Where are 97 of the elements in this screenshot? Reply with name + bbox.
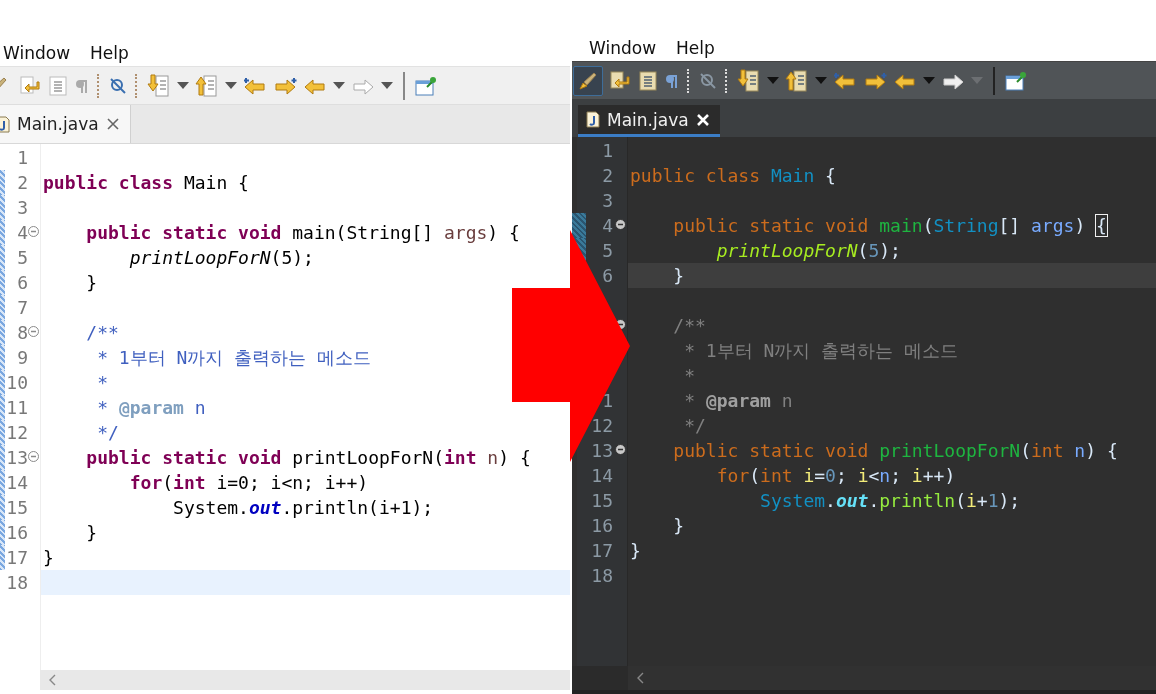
code-line: } bbox=[86, 521, 98, 545]
code-line: } bbox=[673, 514, 685, 538]
editor-tab[interactable]: Main.java bbox=[0, 105, 131, 143]
line-number: 12 bbox=[591, 414, 613, 438]
code-line: printLoopForN(5); bbox=[129, 246, 314, 270]
caret-icon[interactable] bbox=[333, 82, 345, 89]
arrow-up-icon[interactable] bbox=[195, 72, 219, 99]
document-icon[interactable] bbox=[19, 74, 41, 97]
line-number: 16 bbox=[591, 514, 613, 538]
code-line: * 1부터 N까지 출력하는 메소드 bbox=[97, 346, 372, 370]
document-icon[interactable] bbox=[609, 69, 631, 92]
brush-icon[interactable] bbox=[573, 65, 603, 96]
line-number: 16 bbox=[6, 521, 28, 545]
caret-icon[interactable] bbox=[381, 82, 393, 89]
line-number: 18 bbox=[591, 564, 613, 588]
line-number: 6 bbox=[602, 264, 613, 288]
code-line: public static void printLoopForN(int n) { bbox=[86, 446, 531, 470]
line-number: 15 bbox=[591, 489, 613, 513]
line-number: 17 bbox=[591, 539, 613, 563]
line-number: 1 bbox=[602, 139, 613, 163]
line-number: 4 bbox=[17, 221, 28, 245]
line-number: 2 bbox=[17, 171, 28, 195]
code-line: } bbox=[630, 539, 641, 563]
code-line: printLoopForN(5); bbox=[716, 239, 901, 263]
line-number: 1 bbox=[602, 389, 613, 413]
menu-item[interactable]: Help bbox=[90, 43, 129, 66]
java-file-icon bbox=[0, 115, 10, 133]
java-file-icon bbox=[586, 111, 600, 128]
line-number: 11 bbox=[6, 396, 28, 420]
arrow-up-icon[interactable] bbox=[785, 67, 809, 94]
line-number: 5 bbox=[17, 246, 28, 270]
line-number: 17 bbox=[6, 546, 28, 570]
code-line: public class Main { bbox=[630, 164, 836, 188]
arrow-down-icon[interactable] bbox=[737, 67, 761, 94]
list-icon[interactable] bbox=[637, 69, 659, 92]
line-number: 12 bbox=[6, 421, 28, 445]
caret-icon[interactable] bbox=[177, 82, 189, 89]
collapse-icon[interactable] bbox=[28, 226, 39, 237]
line-number: 5 bbox=[602, 239, 613, 263]
code-line: } bbox=[86, 271, 98, 295]
collapse-icon[interactable] bbox=[28, 326, 39, 337]
line-number: 15 bbox=[6, 496, 28, 520]
line-number: 4 bbox=[602, 214, 613, 238]
code-line: */ bbox=[97, 421, 119, 445]
code-line: } bbox=[673, 264, 685, 288]
magnifier-slash-icon[interactable] bbox=[699, 70, 717, 91]
line-number: 14 bbox=[6, 471, 28, 495]
line-number: 13 bbox=[591, 439, 613, 463]
code-line: public static void main(String[] args) { bbox=[86, 221, 520, 245]
line-number: 10 bbox=[6, 371, 28, 395]
code-line: * bbox=[97, 371, 109, 395]
code-line: for(int i=0; i<n; i++) bbox=[129, 471, 369, 495]
line-number: 18 bbox=[6, 571, 28, 595]
code-line: * bbox=[684, 364, 696, 388]
code-line: */ bbox=[684, 414, 706, 438]
arrow-down-icon[interactable] bbox=[147, 72, 171, 99]
line-number: 9 bbox=[17, 346, 28, 370]
horizontal-scrollbar[interactable] bbox=[628, 666, 1156, 690]
arrow-right-icon[interactable] bbox=[273, 75, 297, 96]
code-line: public static void main(String[] args) { bbox=[673, 214, 1107, 238]
line-number: 14 bbox=[591, 464, 613, 488]
collapse-icon[interactable] bbox=[615, 444, 626, 455]
code-line: * @param n bbox=[97, 396, 206, 420]
code-line: * 1부터 N까지 출력하는 메소드 bbox=[684, 339, 959, 363]
collapse-icon[interactable] bbox=[615, 219, 626, 230]
menu-item[interactable]: Window bbox=[589, 38, 657, 61]
magnifier-slash-icon[interactable] bbox=[109, 75, 127, 96]
line-number: 13 bbox=[6, 446, 28, 470]
line-number: 8 bbox=[17, 321, 28, 345]
scroll-left-icon[interactable] bbox=[48, 674, 56, 686]
line-number: 1 bbox=[17, 146, 28, 170]
menu-item[interactable]: Window bbox=[3, 43, 71, 66]
code-line: /** bbox=[673, 314, 706, 338]
code-line: public static void printLoopForN(int n) { bbox=[673, 439, 1118, 463]
code-line: System.out.println(i+1); bbox=[173, 496, 434, 520]
arrow-left-icon[interactable] bbox=[833, 70, 857, 91]
menu-item[interactable]: Help bbox=[676, 38, 715, 61]
code-line: * @param n bbox=[684, 389, 793, 413]
arrow-left-icon[interactable] bbox=[243, 75, 267, 96]
arrow-right-icon[interactable] bbox=[863, 70, 887, 91]
caret-icon[interactable] bbox=[225, 82, 237, 89]
window-pin-icon[interactable] bbox=[1005, 69, 1027, 92]
collapse-icon[interactable] bbox=[28, 451, 39, 462]
code-line: } bbox=[43, 546, 54, 570]
line-number: 3 bbox=[17, 196, 28, 220]
line-number: 3 bbox=[602, 189, 613, 213]
line-number: 2 bbox=[602, 164, 613, 188]
code-line: System.out.println(i+1); bbox=[760, 489, 1021, 513]
window-pin-icon[interactable] bbox=[415, 74, 437, 97]
code-line: /** bbox=[86, 321, 119, 345]
code-line: public class Main { bbox=[43, 171, 249, 195]
horizontal-scrollbar[interactable] bbox=[40, 670, 570, 690]
scroll-left-icon[interactable] bbox=[636, 672, 644, 684]
code-line: for(int i=0; i<n; i++) bbox=[716, 464, 956, 488]
line-number: 6 bbox=[17, 271, 28, 295]
editor-tab[interactable]: Main.java bbox=[578, 105, 720, 137]
line-number: 7 bbox=[17, 296, 28, 320]
